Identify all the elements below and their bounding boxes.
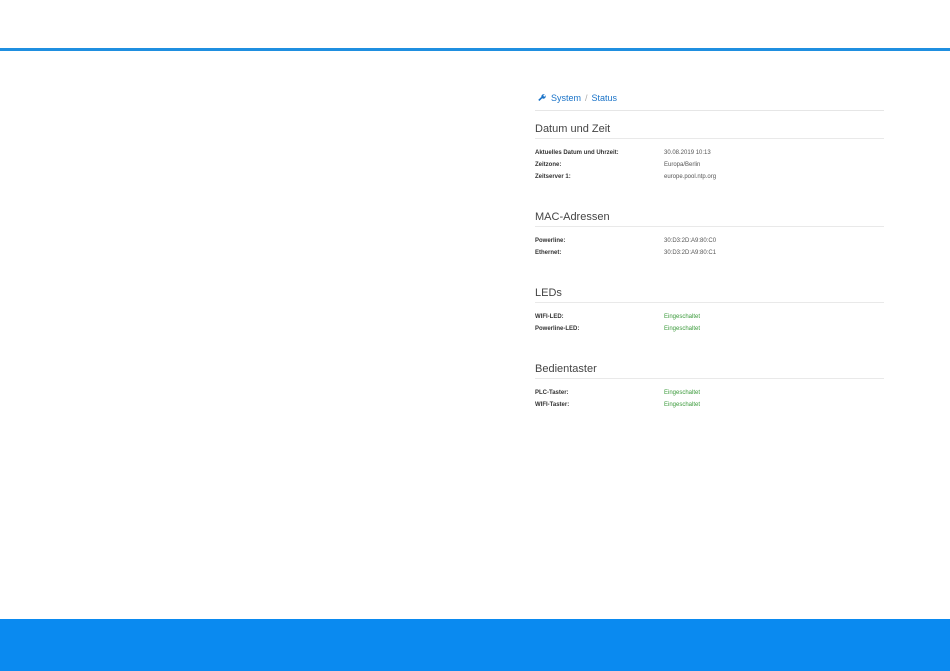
page: System / Status Datum und Zeit Aktuelles… (0, 0, 950, 671)
section-datetime: Datum und Zeit Aktuelles Datum und Uhrze… (535, 123, 884, 183)
breadcrumb-status-link[interactable]: Status (592, 93, 618, 103)
info-row: WIFI-LED: Eingeschaltet (535, 311, 884, 323)
info-label: Powerline: (535, 238, 566, 244)
info-label: Aktuelles Datum und Uhrzeit: (535, 150, 619, 156)
info-value: Europa/Berlin (664, 162, 701, 168)
breadcrumb-system-link[interactable]: System (551, 93, 581, 103)
section-control-buttons: Bedientaster PLC-Taster: Eingeschaltet W… (535, 363, 884, 411)
info-label: Zeitserver 1: (535, 174, 571, 180)
info-label: WIFI-LED: (535, 314, 564, 320)
info-row: Powerline-LED: Eingeschaltet (535, 323, 884, 335)
info-value: 30.08.2019 10:13 (664, 150, 711, 156)
section-mac-addresses: MAC-Adressen Powerline: 30:D3:2D:A9:80:C… (535, 211, 884, 259)
section-leds: LEDs WIFI-LED: Eingeschaltet Powerline-L… (535, 287, 884, 335)
info-row: Zeitzone: Europa/Berlin (535, 159, 884, 171)
info-label: Powerline-LED: (535, 326, 580, 332)
breadcrumb: System / Status (535, 88, 884, 111)
info-value: 30:D3:2D:A9:80:C1 (664, 250, 717, 256)
info-row: Zeitserver 1: europe.pool.ntp.org (535, 171, 884, 183)
footer-bar (0, 619, 950, 671)
header-divider (0, 48, 950, 51)
info-row: WIFI-Taster: Eingeschaltet (535, 399, 884, 411)
status-value: Eingeschaltet (664, 326, 701, 332)
breadcrumb-separator: / (585, 93, 588, 103)
info-label: Ethernet: (535, 250, 562, 256)
info-row: Powerline: 30:D3:2D:A9:80:C0 (535, 235, 884, 247)
info-row: Ethernet: 30:D3:2D:A9:80:C1 (535, 247, 884, 259)
info-value: europe.pool.ntp.org (664, 174, 717, 180)
section-title-buttons: Bedientaster (535, 363, 884, 379)
section-title-mac: MAC-Adressen (535, 211, 884, 227)
info-row: PLC-Taster: Eingeschaltet (535, 387, 884, 399)
status-value: Eingeschaltet (664, 390, 701, 396)
main-content: System / Status Datum und Zeit Aktuelles… (535, 88, 884, 411)
section-title-datetime: Datum und Zeit (535, 123, 884, 139)
section-title-leds: LEDs (535, 287, 884, 303)
info-label: WIFI-Taster: (535, 402, 570, 408)
info-value: 30:D3:2D:A9:80:C0 (664, 238, 717, 244)
info-label: PLC-Taster: (535, 390, 569, 396)
info-row: Aktuelles Datum und Uhrzeit: 30.08.2019 … (535, 147, 884, 159)
status-value: Eingeschaltet (664, 402, 701, 408)
status-value: Eingeschaltet (664, 314, 701, 320)
wrench-icon (537, 93, 547, 103)
info-label: Zeitzone: (535, 162, 562, 168)
